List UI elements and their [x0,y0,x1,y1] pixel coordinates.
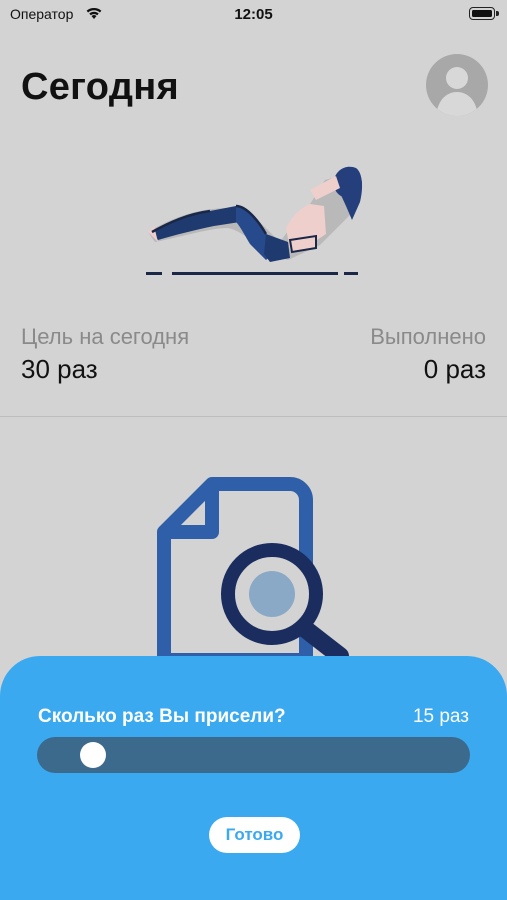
done-label: Выполнено [370,324,486,349]
slider-thumb[interactable] [79,742,106,768]
question-label: Сколько раз Вы присели? [38,706,286,727]
section-divider [0,416,507,417]
status-bar: Оператор 12:05 [0,0,507,30]
count-value: 15 раз [412,706,469,727]
document-search-icon [157,477,349,660]
clock: 12:05 [234,6,273,23]
person-silhouette-icon [436,67,478,116]
avatar-icon[interactable] [426,54,488,116]
goal-value: 30 раз [21,354,98,384]
done-button[interactable]: Готово [209,817,300,853]
bottom-sheet [0,656,507,900]
done-value: 0 раз [423,354,486,384]
goal-label: Цель на сегодня [21,324,190,349]
count-slider[interactable] [37,737,470,773]
situp-illustration [146,166,363,275]
battery-icon [469,7,499,20]
page-title: Сегодня [21,66,179,108]
